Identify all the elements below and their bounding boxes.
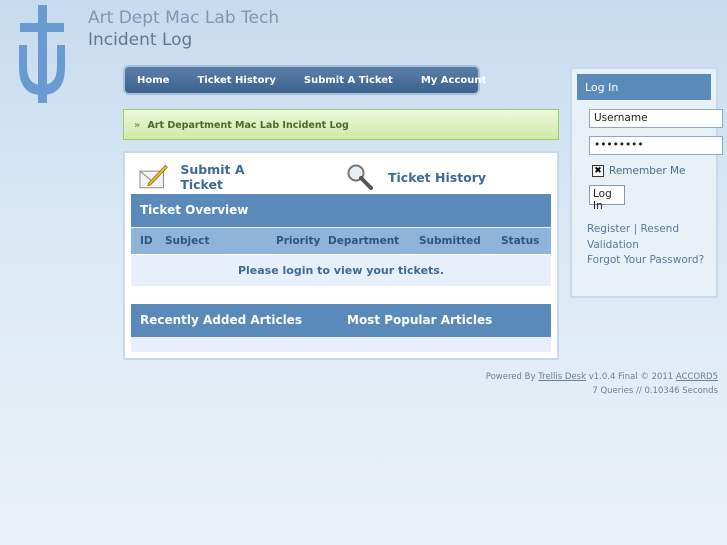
ticket-overview-header: Ticket Overview [131,194,551,227]
username-input[interactable]: Username [589,109,723,128]
footer-powered: Powered By Trellis Desk v1.0.4 Final © 2… [486,372,718,382]
col-status: Status [501,235,540,247]
remember-me[interactable]: ✖ Remember Me [592,165,686,177]
breadcrumb-link[interactable]: Art Department Mac Lab Incident Log [147,120,348,131]
popular-articles-title: Most Popular Articles [347,313,493,327]
site-title: Art Dept Mac Lab Tech [88,8,280,28]
footer-stats: 7 Queries // 0.10346 Seconds [592,386,718,396]
login-links: Register | Resend Validation Forgot Your… [587,223,705,266]
submit-ticket-label[interactable]: Submit A Ticket [180,162,289,192]
main-panel: Submit A Ticket Ticket History Ticket Ov… [123,151,559,360]
ticket-empty-message: Please login to view your tickets. [131,255,551,286]
password-input[interactable]: •••••••• [589,136,723,155]
nav-submit-ticket[interactable]: Submit A Ticket [304,75,393,86]
ticket-history-label[interactable]: Ticket History [388,170,486,185]
footer-powered-prefix: Powered By [485,372,539,382]
remember-me-label: Remember Me [609,165,686,177]
envelope-pencil-icon [139,164,168,189]
main-nav: Home Ticket History Submit A Ticket My A… [123,65,486,95]
breadcrumb: » Art Department Mac Lab Incident Log [123,109,559,140]
cross-anchor-logo-icon [19,5,65,103]
site-subtitle: Incident Log [88,30,193,50]
col-department: Department [328,235,400,247]
register-link[interactable]: Register [587,223,630,235]
ticket-table-header: ID Subject Priority Department Submitted… [131,228,551,254]
accord5-link[interactable]: ACCORD5 [676,372,718,382]
nav-home[interactable]: Home [137,75,169,86]
login-panel: Log In Username •••••••• ✖ Remember Me L… [570,67,723,298]
submit-ticket-action[interactable]: Submit A Ticket [139,162,289,192]
forgot-password-link[interactable]: Forgot Your Password? [587,254,704,266]
articles-body [131,337,551,352]
breadcrumb-separator: » [134,120,141,131]
trellis-desk-link[interactable]: Trellis Desk [538,372,586,382]
ticket-history-action[interactable]: Ticket History [346,162,506,192]
login-title: Log In [577,74,711,100]
remember-me-checkbox[interactable]: ✖ [592,165,604,177]
footer-version: v1.0.4 Final © 2011 [586,372,676,382]
nav-my-account[interactable]: My Account [421,75,486,86]
col-priority: Priority [276,235,321,247]
col-submitted: Submitted [419,235,481,247]
nav-ticket-history[interactable]: Ticket History [197,75,275,86]
recent-articles-title: Recently Added Articles [140,313,302,327]
magnifier-icon [347,164,373,190]
login-button[interactable]: Log In [589,185,625,212]
articles-header: Recently Added Articles Most Popular Art… [131,304,551,337]
col-id: ID [140,235,153,247]
col-subject: Subject [165,235,210,247]
